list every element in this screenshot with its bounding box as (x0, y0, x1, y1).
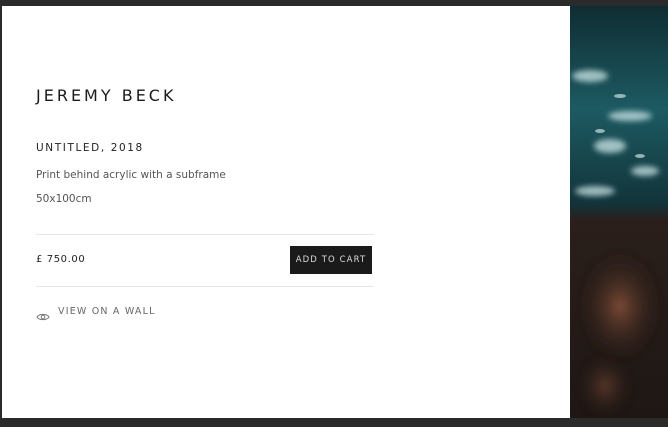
price: £ 750.00 (36, 254, 86, 265)
view-on-wall-label: VIEW ON A WALL (58, 306, 156, 317)
artist-name: JEREMY BECK (36, 86, 177, 105)
artwork-description: Print behind acrylic with a subframe (36, 169, 226, 181)
divider-bottom (36, 286, 374, 287)
product-panel: JEREMY BECK UNTITLED, 2018 Print behind … (2, 6, 570, 418)
eye-icon (36, 307, 50, 320)
add-to-cart-button[interactable]: ADD TO CART (290, 246, 372, 274)
artwork-size: 50x100cm (36, 193, 92, 205)
artwork-image (570, 6, 668, 418)
divider-top (36, 234, 374, 235)
artwork-title: UNTITLED, 2018 (36, 142, 144, 154)
view-on-wall-link[interactable]: VIEW ON A WALL (36, 306, 156, 320)
